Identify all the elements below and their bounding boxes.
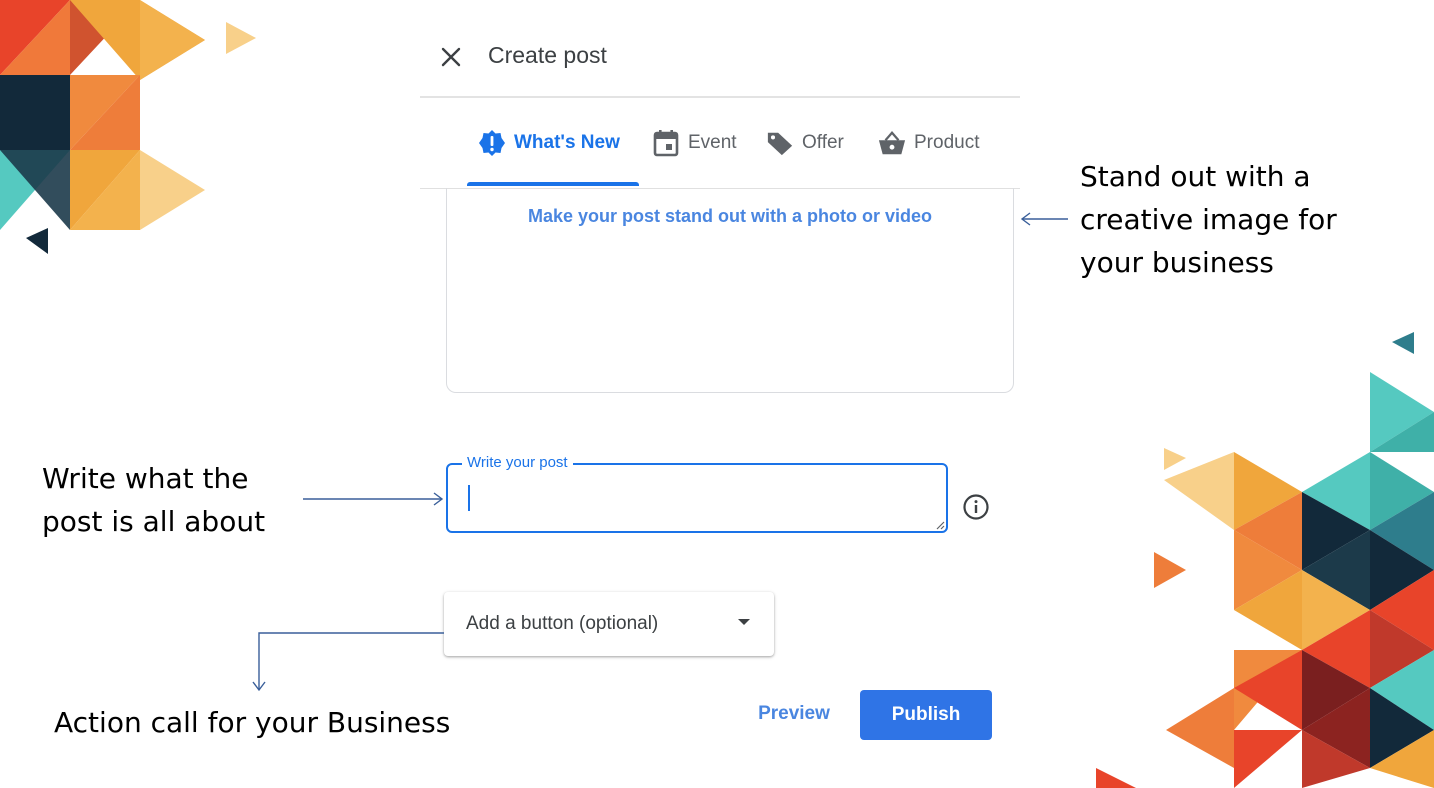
calendar-icon [652,129,680,157]
arrow-from-add-button [252,632,444,692]
tab-event[interactable]: Event [652,126,737,160]
tab-offer[interactable]: Offer [766,126,844,160]
annotation-image-line: creative image for [1080,203,1337,236]
publish-button[interactable]: Publish [860,690,992,740]
decor-triangles-top-left [0,0,260,320]
info-icon[interactable] [962,493,990,521]
active-tab-indicator [467,182,639,186]
tag-icon [766,129,794,157]
tab-product[interactable]: Product [878,126,979,160]
annotation-post-line: post is all about [42,505,266,538]
media-upload-area[interactable]: Make your post stand out with a photo or… [446,188,1014,393]
close-button[interactable] [436,42,466,72]
add-button-select-label: Add a button (optional) [466,613,659,634]
basket-icon [878,129,906,157]
post-type-tabs: What's New Event Offer Product [420,98,1020,189]
annotation-image: Stand out with a creative image for your… [1080,155,1400,284]
annotation-post-line: Write what the [42,462,249,495]
resize-grip-icon[interactable] [936,521,945,530]
alert-badge-icon [478,129,506,157]
annotation-action: Action call for your Business [54,706,451,739]
tab-whats-new[interactable]: What's New [478,126,620,160]
preview-button[interactable]: Preview [740,690,848,738]
annotation-image-line: your business [1080,246,1274,279]
tab-event-label: Event [688,132,737,153]
post-field-label: Write your post [462,454,573,471]
dropdown-arrow-icon [738,619,750,625]
post-text-field[interactable]: Write your post [446,454,948,533]
dialog-header: Create post [420,28,1020,98]
close-icon [441,47,461,67]
arrow-to-post-field [303,492,444,506]
tab-offer-label: Offer [802,132,844,153]
tab-product-label: Product [914,132,980,153]
text-cursor [468,485,470,511]
arrow-to-media [1020,212,1068,226]
add-photo-video-link[interactable]: Make your post stand out with a photo or… [447,206,1013,227]
tab-whats-new-label: What's New [514,132,620,153]
decor-triangles-bottom-right [1096,320,1434,788]
add-button-select[interactable]: Add a button (optional) [444,592,774,656]
annotation-post: Write what the post is all about [42,457,302,543]
dialog-title: Create post [488,42,607,68]
annotation-image-line: Stand out with a [1080,160,1311,193]
